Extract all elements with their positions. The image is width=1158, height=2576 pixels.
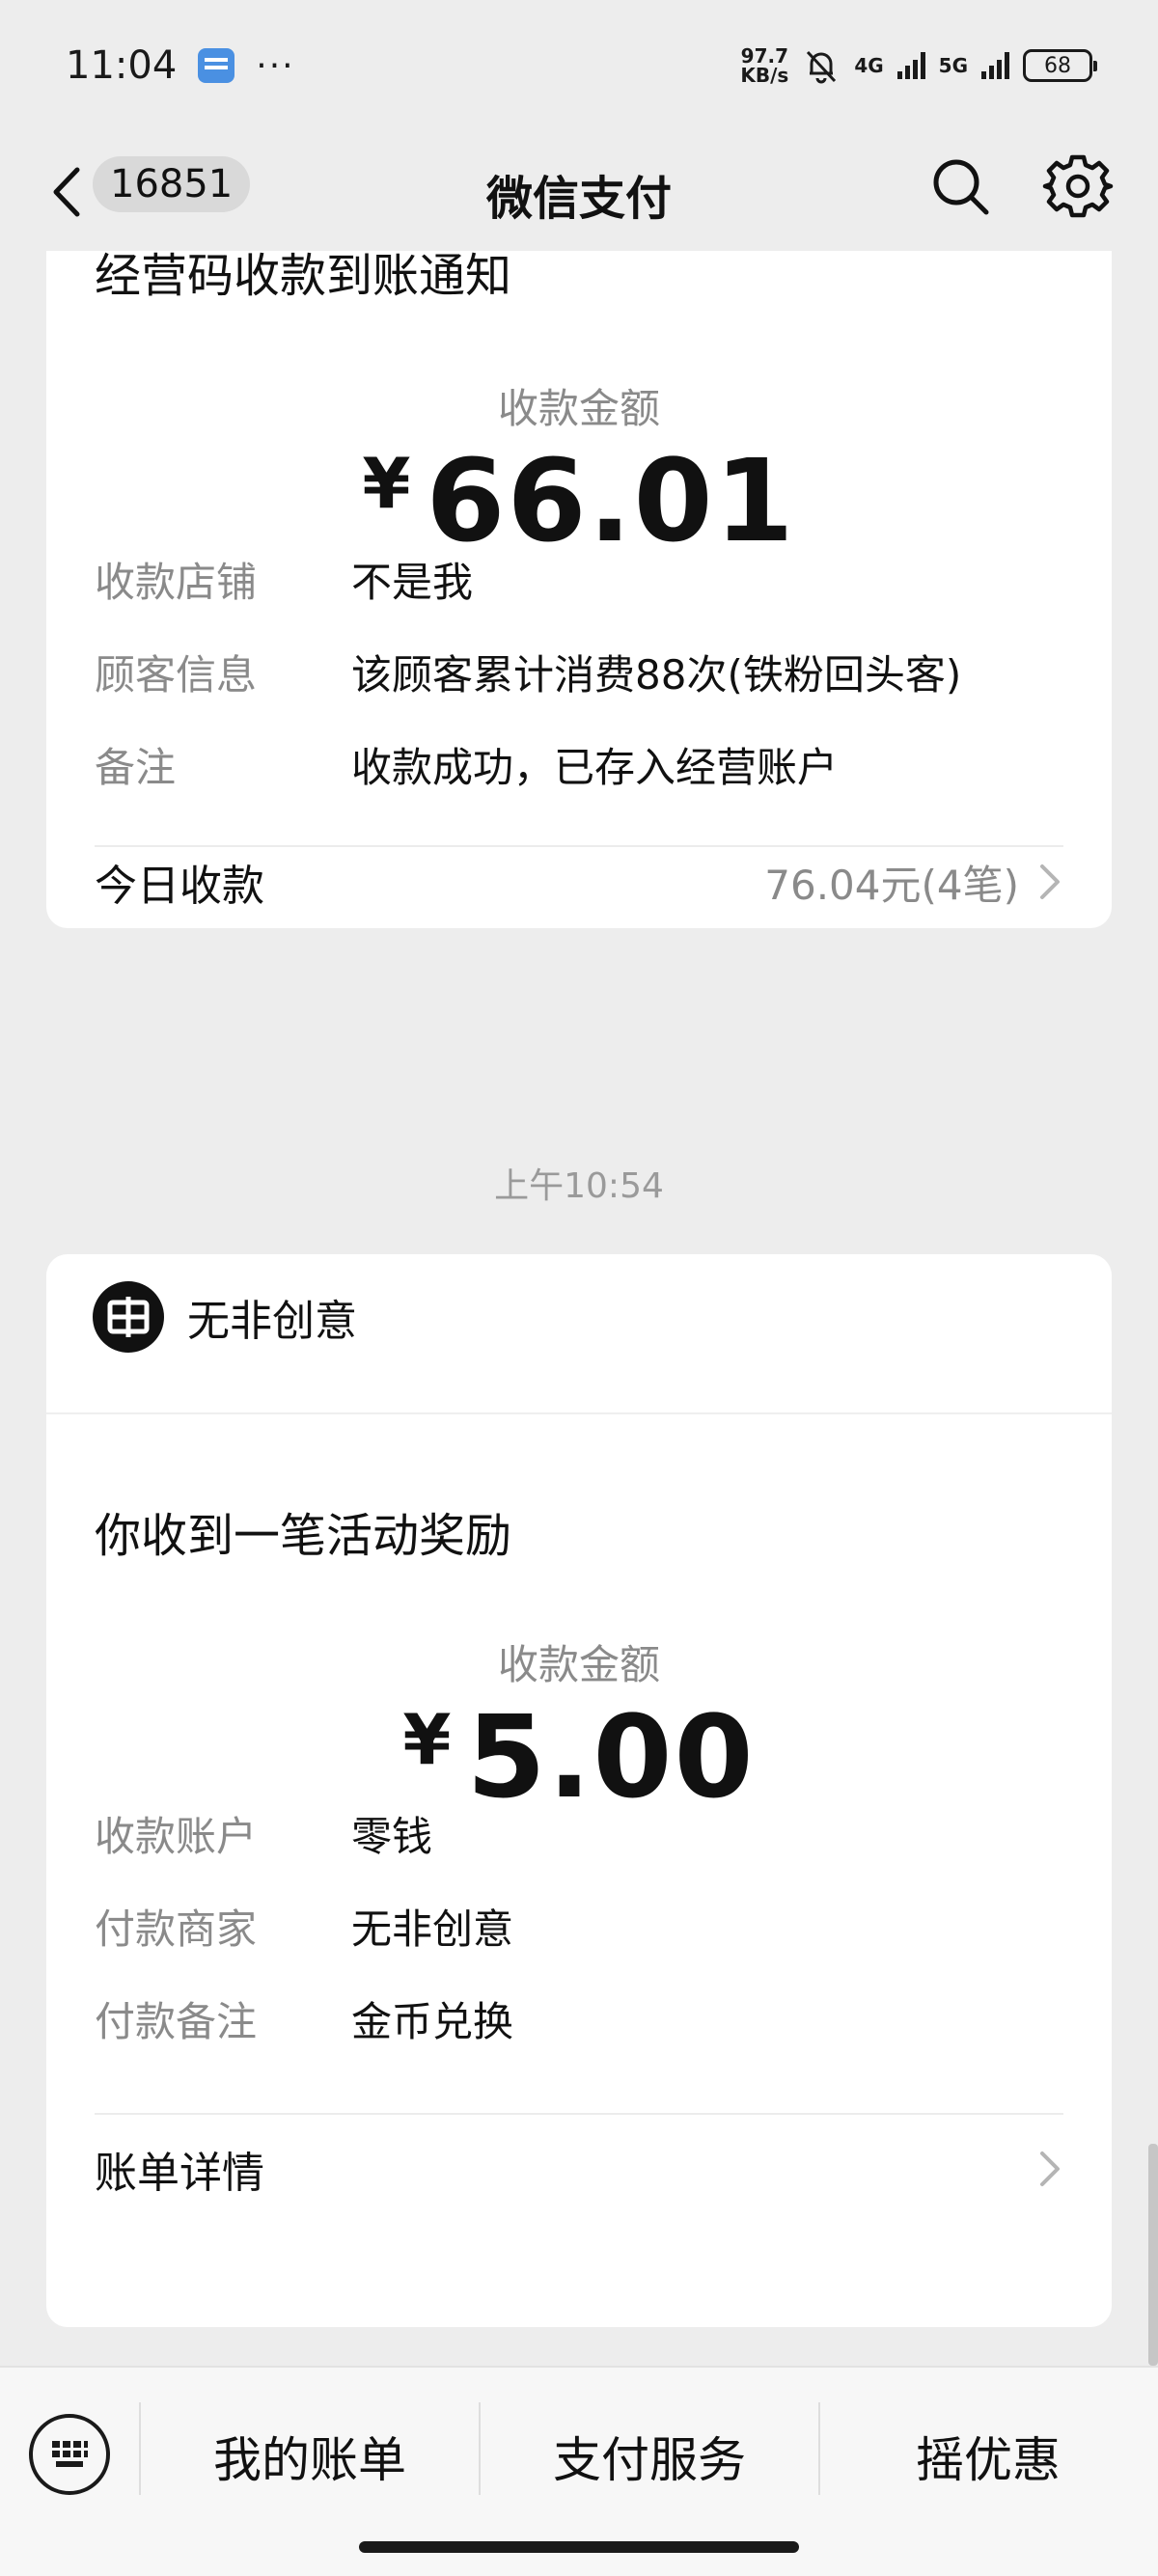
amount-number: 66.01	[426, 434, 796, 567]
scrollbar[interactable]	[1148, 2144, 1158, 2366]
detail-row: 付款备注 金币兑换	[95, 1989, 513, 2048]
battery-icon: 68	[1023, 49, 1097, 82]
detail-value: 该顾客累计消费88次(铁粉回头客)	[351, 651, 962, 699]
home-indicator[interactable]	[359, 2541, 799, 2553]
detail-value: 不是我	[351, 559, 474, 606]
detail-row: 顾客信息 该顾客累计消费88次(铁粉回头客)	[95, 643, 961, 701]
detail-value: 金币兑换	[351, 1998, 514, 2045]
bottom-menu-bar: 我的账单 支付服务 摇优惠	[0, 2366, 1158, 2576]
amount-value: ¥66.01	[46, 434, 1112, 567]
payment-notification-card[interactable]: 经营码收款到账通知 收款金额 ¥66.01 收款店铺 不是我 顾客信息 该顾客累…	[46, 251, 1112, 928]
nav-bar: 16851 微信支付	[0, 131, 1158, 251]
message-list[interactable]: 经营码收款到账通知 收款金额 ¥66.01 收款店铺 不是我 顾客信息 该顾客累…	[0, 251, 1158, 2366]
merchant-logo-icon	[93, 1281, 164, 1353]
detail-value: 零钱	[351, 1813, 433, 1860]
signal-icon	[981, 52, 1009, 79]
detail-value: 无非创意	[351, 1905, 514, 1953]
network-speed-unit: KB/s	[740, 64, 789, 87]
search-icon[interactable]	[926, 152, 994, 220]
network-type-1: 4G	[854, 54, 884, 77]
footer-label: 今日收款	[95, 862, 264, 911]
battery-level: 68	[1044, 53, 1071, 78]
bill-details-link[interactable]: 账单详情	[95, 2121, 1063, 2217]
detail-key: 收款店铺	[95, 559, 258, 606]
detail-row: 付款商家 无非创意	[95, 1897, 513, 1956]
detail-value: 收款成功，已存入经营账户	[351, 744, 839, 791]
menu-shake-discounts[interactable]: 摇优惠	[818, 2422, 1158, 2491]
footer-value: 76.04元(4笔)	[764, 861, 1019, 909]
menu-payment-services[interactable]: 支付服务	[479, 2422, 820, 2491]
detail-key: 付款商家	[95, 1905, 258, 1953]
detail-key: 收款账户	[95, 1813, 258, 1860]
chevron-right-icon	[1040, 2151, 1060, 2186]
reward-notification-card[interactable]: 无非创意 你收到一笔活动奖励 收款金额 ¥5.00 收款账户 零钱 付款商家 无…	[46, 1254, 1112, 2327]
status-time: 11:04	[66, 43, 178, 88]
detail-row: 收款店铺 不是我	[95, 550, 473, 609]
status-bar: 11:04 ··· 97.7 KB/s 4G 5G 68	[0, 0, 1158, 131]
merchant-name: 无非创意	[187, 1297, 357, 1346]
merchant-header[interactable]: 无非创意	[93, 1281, 357, 1353]
detail-key: 顾客信息	[95, 651, 258, 699]
amount-number: 5.00	[466, 1690, 756, 1823]
currency-symbol: ¥	[362, 443, 413, 524]
divider	[95, 2113, 1063, 2115]
detail-key: 付款备注	[95, 1998, 258, 2045]
detail-key: 备注	[95, 744, 177, 791]
divider	[46, 1412, 1112, 1414]
keyboard-icon[interactable]	[29, 2414, 110, 2495]
more-notifications-icon: ···	[256, 45, 295, 86]
footer-label: 账单详情	[95, 2149, 264, 2198]
amount-label: 收款金额	[497, 385, 660, 432]
network-type-2: 5G	[938, 54, 968, 77]
network-speed-value: 97.7	[740, 44, 789, 68]
card-title: 经营码收款到账通知	[95, 251, 512, 303]
detail-row: 备注 收款成功，已存入经营账户	[95, 735, 838, 794]
card-title: 你收到一笔活动奖励	[95, 1509, 512, 1563]
detail-row: 收款账户 零钱	[95, 1804, 432, 1863]
chevron-right-icon	[1040, 864, 1060, 899]
settings-gear-icon[interactable]	[1042, 151, 1114, 222]
signal-icon	[896, 52, 925, 79]
mute-bell-icon	[807, 50, 837, 84]
app-notification-icon	[198, 48, 235, 83]
currency-symbol: ¥	[402, 1699, 454, 1780]
message-timestamp: 上午10:54	[494, 1166, 664, 1206]
today-income-link[interactable]: 今日收款 76.04元(4笔)	[95, 834, 1063, 930]
amount-label: 收款金额	[497, 1641, 660, 1688]
menu-my-bills[interactable]: 我的账单	[139, 2422, 481, 2491]
network-speed: 97.7 KB/s	[740, 46, 788, 85]
